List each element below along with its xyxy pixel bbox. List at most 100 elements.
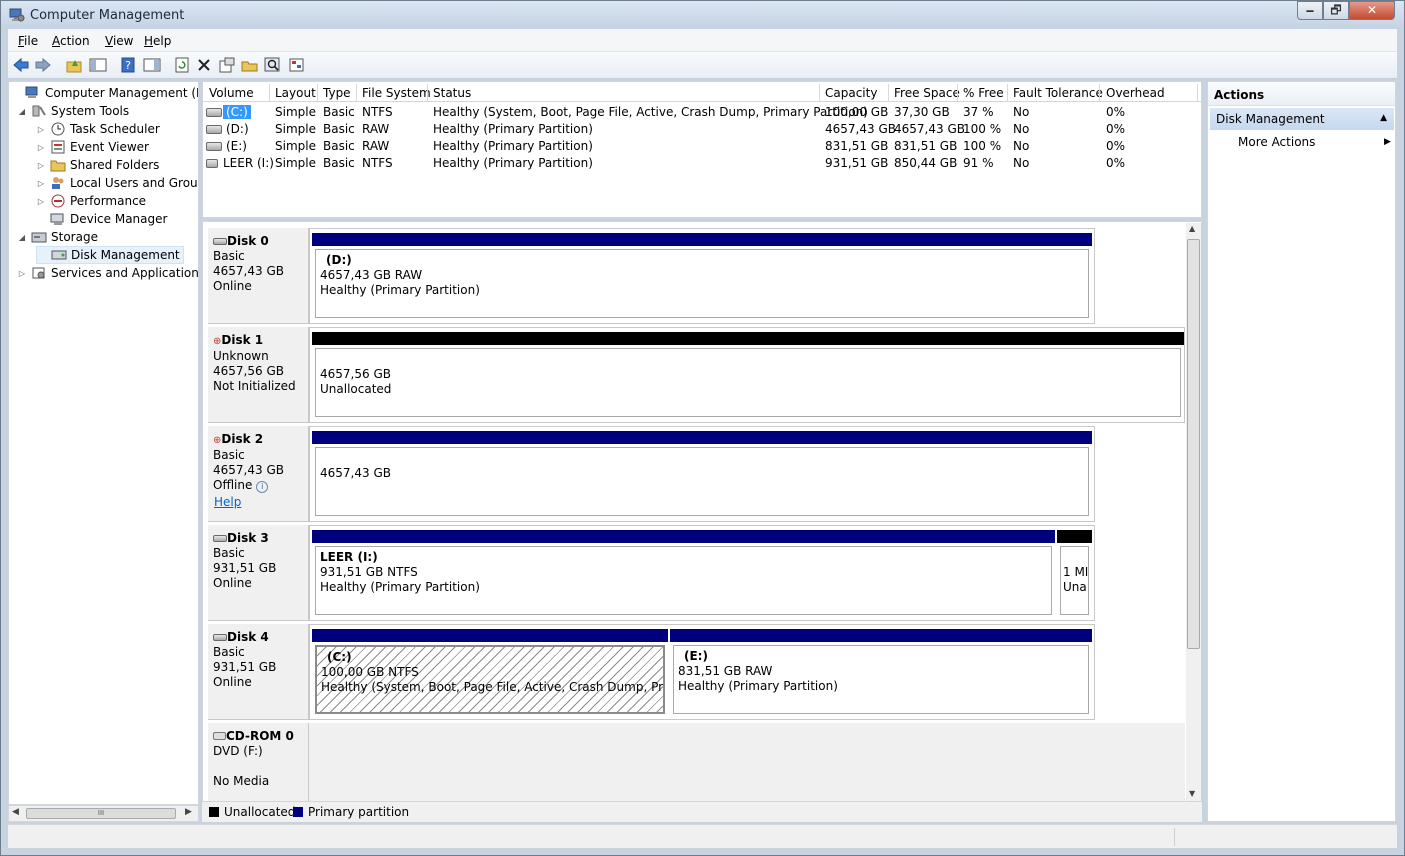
disk-info-disk-3[interactable]: Disk 3 Basic 931,51 GB Online [208,525,309,621]
disk-info-disk-1[interactable]: ⊕Disk 1 Unknown 4657,56 GB Not Initializ… [208,327,309,423]
refresh-icon[interactable] [173,56,191,74]
partition-d[interactable]: (D:) 4657,43 GB RAW Healthy (Primary Par… [312,233,1092,321]
collapse-triangle-icon[interactable]: ◢ [17,107,27,116]
column-header-fault-tolerance[interactable]: Fault Tolerance [1013,86,1103,100]
minimize-button[interactable]: 🗕 [1297,1,1323,20]
more-actions-item[interactable]: More Actions [1238,135,1315,149]
partition-c[interactable]: (C:) 100,00 GB NTFS Healthy (System, Boo… [312,629,668,717]
expand-triangle-icon[interactable]: ▷ [36,125,46,134]
properties-icon[interactable] [218,56,236,74]
table-row[interactable]: (D:) Simple Basic RAW Healthy (Primary P… [203,121,1201,138]
menu-file[interactable]: File [18,34,38,48]
column-divider[interactable] [819,84,820,102]
column-divider[interactable] [427,84,428,102]
column-header-percent-free[interactable]: % Free [963,86,1004,100]
expand-triangle-icon[interactable]: ▷ [17,269,27,278]
menu-action[interactable]: Action [52,34,90,48]
expand-triangle-icon[interactable]: ▷ [36,179,46,188]
legend-swatch-primary [293,807,303,817]
column-header-layout[interactable]: Layout [275,86,316,100]
close-button[interactable]: ✕ [1349,1,1395,20]
tree-horizontal-scrollbar[interactable]: ◀ III ▶ [8,805,199,822]
tree-item-local-users-groups[interactable]: ▷ Local Users and Groups [36,174,198,192]
tree-item-system-tools[interactable]: ◢ System Tools [17,102,129,120]
scroll-down-icon[interactable]: ▼ [1189,789,1195,798]
scroll-thumb[interactable] [1187,239,1200,649]
collapse-up-icon[interactable]: ▲ [1380,113,1387,123]
scroll-up-icon[interactable]: ▲ [1189,224,1195,233]
graphical-view-vertical-scrollbar[interactable]: ▲ ▼ [1186,223,1201,801]
tree-item-event-viewer[interactable]: ▷ Event Viewer [36,138,149,156]
toolbar: ? [8,52,1397,79]
open-icon[interactable] [241,56,259,74]
info-icon[interactable]: i [256,481,269,493]
partition-size: 100,00 GB NTFS [321,665,419,679]
scroll-left-icon[interactable]: ◀ [12,807,19,817]
tree-item-device-manager[interactable]: Device Manager [36,210,167,228]
column-header-type[interactable]: Type [323,86,351,100]
scroll-thumb[interactable]: III [26,808,176,819]
table-cell-file-system: NTFS [362,105,393,119]
partition-unallocated[interactable]: 1 MI Una [1057,530,1092,618]
column-header-file-system[interactable]: File System [362,86,431,100]
column-divider[interactable] [888,84,889,102]
tree-item-disk-management[interactable]: Disk Management [36,246,184,264]
title-bar[interactable]: Computer Management [1,1,1404,29]
partition-leer-i[interactable]: LEER (I:) 931,51 GB NTFS Healthy (Primar… [312,530,1055,618]
delete-icon[interactable] [195,56,213,74]
back-arrow-icon[interactable] [12,56,30,74]
column-divider[interactable] [356,84,357,102]
up-folder-icon[interactable] [65,56,83,74]
disk-info-cd-rom-0[interactable]: CD-ROM 0 DVD (F:) No Media [208,723,309,801]
column-header-free-space[interactable]: Free Space [894,86,960,100]
column-divider[interactable] [957,84,958,102]
partition-e[interactable]: (E:) 831,51 GB RAW Healthy (Primary Part… [670,629,1092,717]
tree-item-task-scheduler[interactable]: ▷ Task Scheduler [36,120,160,138]
table-cell-volume: (D:) [226,122,249,136]
scroll-right-icon[interactable]: ▶ [185,807,192,817]
partition-status: Una [1063,580,1087,594]
actions-section-disk-management[interactable]: Disk Management ▲ [1210,108,1394,130]
show-hide-action-pane-icon[interactable] [143,56,161,74]
expand-triangle-icon[interactable]: ▷ [36,161,46,170]
help-link[interactable]: Help [214,495,241,509]
help-icon[interactable]: ? [119,56,137,74]
table-row[interactable]: (E:) Simple Basic RAW Healthy (Primary P… [203,138,1201,155]
expand-triangle-icon[interactable]: ▷ [36,143,46,152]
settings-icon[interactable] [288,56,306,74]
more-actions-label: More Actions [1238,135,1316,149]
table-cell-overhead: 0% [1106,122,1126,136]
disk-info-disk-0[interactable]: Disk 0 Basic 4657,43 GB Online [208,228,309,324]
expand-triangle-icon[interactable]: ▷ [36,197,46,206]
column-header-overhead[interactable]: Overhead [1106,86,1165,100]
disk-info-disk-4[interactable]: Disk 4 Basic 931,51 GB Online [208,624,309,720]
tree-item-storage[interactable]: ◢ Storage [17,228,98,246]
tree-item-shared-folders[interactable]: ▷ Shared Folders [36,156,159,174]
search-icon[interactable] [264,56,282,74]
column-divider[interactable] [269,84,270,102]
menu-view[interactable]: View [105,34,133,48]
disk-name: Disk 2 [221,432,264,446]
tree-item-label: Task Scheduler [70,122,160,136]
column-divider[interactable] [1197,84,1198,102]
table-row[interactable]: LEER (I:) Simple Basic NTFS Healthy (Pri… [203,155,1201,172]
table-row[interactable]: (C:) Simple Basic NTFS Healthy (System, … [203,104,1201,121]
column-header-capacity[interactable]: Capacity [825,86,877,100]
menu-help[interactable]: Help [144,34,171,48]
maximize-button[interactable]: 🗗 [1323,1,1349,20]
column-header-volume[interactable]: Volume [209,86,254,100]
tree-item-services-applications[interactable]: ▷ Services and Applications [17,264,198,282]
forward-arrow-icon[interactable] [34,56,52,74]
disk-info-disk-2[interactable]: ⊕Disk 2 Basic 4657,43 GB Offline i Help [208,426,309,522]
partition-disk-2[interactable]: 4657,43 GB [312,431,1092,519]
tree-item-computer-management[interactable]: Computer Management (Local [11,84,198,102]
show-hide-console-tree-icon[interactable] [89,56,107,74]
column-header-status[interactable]: Status [433,86,471,100]
partition-unallocated[interactable]: 4657,56 GB Unallocated [312,332,1184,420]
column-divider[interactable] [1099,84,1100,102]
tree-item-performance[interactable]: ▷ Performance [36,192,146,210]
column-divider[interactable] [1007,84,1008,102]
collapse-triangle-icon[interactable]: ◢ [17,233,27,242]
cd-drive-icon [213,732,226,740]
column-divider[interactable] [317,84,318,102]
